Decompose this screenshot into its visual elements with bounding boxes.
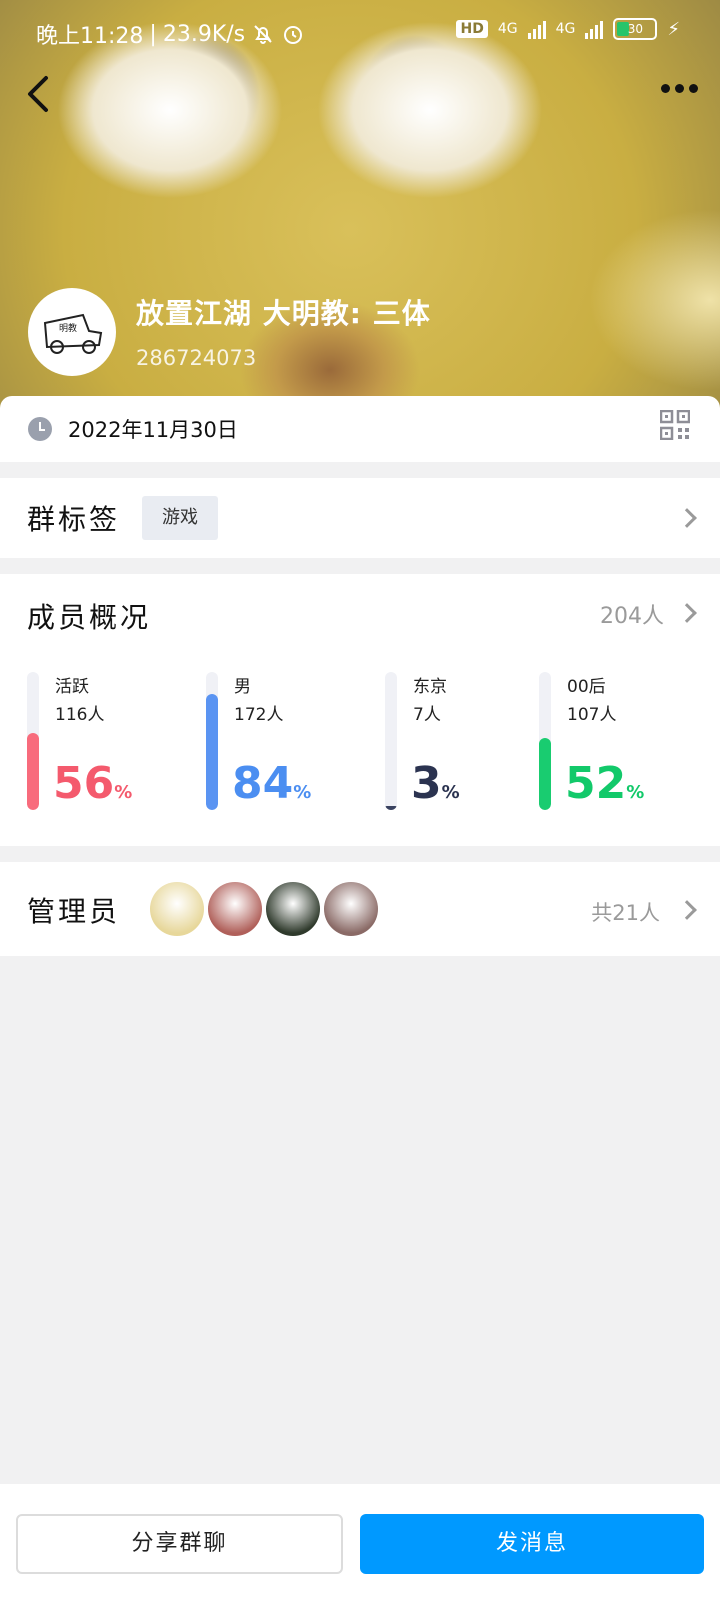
alarm-icon (284, 26, 303, 44)
created-date-row: 2022年11月30日 (0, 396, 720, 462)
admin-avatar[interactable] (266, 882, 320, 936)
bottom-action-bar: 分享群聊 发消息 (0, 1484, 720, 1600)
network-type-1: 4G (497, 21, 518, 37)
stat-bar-fill (539, 738, 551, 810)
chevron-left-icon (28, 76, 48, 112)
svg-text:明教: 明教 (59, 322, 77, 334)
group-id[interactable]: 286724073 (136, 346, 256, 370)
stat-label: 东京 (413, 677, 447, 697)
stat-bar-track (27, 672, 39, 810)
stat-percent: 3% (411, 758, 460, 809)
stat-percent: 52% (565, 758, 645, 809)
tags-title: 群标签 (27, 503, 121, 536)
qr-code-icon[interactable] (660, 410, 690, 440)
stat-bar-track (206, 672, 218, 810)
stat-bar-track (385, 672, 397, 810)
admin-avatar[interactable] (324, 882, 378, 936)
created-date: 2022年11月30日 (68, 418, 238, 442)
stat-count: 116人 (55, 705, 105, 725)
charging-icon: ⚡ (667, 18, 680, 40)
chevron-right-icon[interactable] (677, 603, 697, 623)
status-net-speed: 23.9K/s (162, 21, 246, 47)
back-button[interactable] (22, 72, 62, 120)
admins-title: 管理员 (27, 895, 121, 928)
status-left: 晚上11:28 | 23.9K/s (36, 18, 305, 50)
admin-avatar[interactable] (150, 882, 204, 936)
status-right: HD 4G 4G 30 ⚡ (456, 18, 680, 40)
stat-label: 00后 (567, 677, 606, 697)
chevron-right-icon (677, 900, 697, 920)
group-avatar[interactable]: 明教 (28, 288, 116, 376)
tag-chip: 游戏 (142, 496, 218, 540)
mute-bell-icon (254, 25, 272, 44)
status-time: 晚上11:28 (36, 24, 144, 49)
group-name: 放置江湖 大明教: 三体 (136, 297, 431, 330)
stat-count: 7人 (413, 705, 441, 725)
signal-icon (527, 19, 546, 39)
stat-percent: 84% (232, 758, 312, 809)
admin-avatar[interactable] (208, 882, 262, 936)
member-total[interactable]: 204人 (600, 598, 664, 630)
stat-label: 活跃 (55, 677, 89, 697)
status-divider: | (149, 21, 157, 47)
status-bar: 晚上11:28 | 23.9K/s HD 4G 4G 30 ⚡ (0, 0, 720, 64)
send-message-button[interactable]: 发消息 (360, 1514, 704, 1574)
stat-active: 活跃 116人 56% (27, 672, 197, 812)
stat-label: 男 (234, 677, 251, 697)
members-overview: 成员概况 204人 活跃 116人 56% 男 172人 84% 东京 7人 3… (0, 574, 720, 846)
stat-bar-fill (27, 732, 39, 810)
stat-age: 00后 107人 52% (539, 672, 709, 812)
battery-icon: 30 (613, 18, 658, 40)
stat-count: 172人 (234, 705, 284, 725)
admin-avatar-list (150, 882, 378, 936)
more-options-button[interactable] (661, 84, 698, 93)
hd-badge: HD (456, 20, 488, 38)
stat-count: 107人 (567, 705, 617, 725)
stat-percent: 56% (53, 758, 133, 809)
clock-icon (28, 417, 52, 441)
network-type-2: 4G (555, 21, 576, 37)
share-group-button[interactable]: 分享群聊 (16, 1514, 343, 1574)
admin-total: 共21人 (591, 901, 660, 925)
stat-bar-track (539, 672, 551, 810)
stat-bar-fill (385, 805, 397, 810)
stat-location: 东京 7人 3% (385, 672, 555, 812)
stat-bar-fill (206, 694, 218, 810)
stat-male: 男 172人 84% (206, 672, 376, 812)
truck-logo-icon: 明教 (43, 313, 103, 354)
members-title: 成员概况 (27, 601, 152, 634)
chevron-right-icon (677, 508, 697, 528)
group-tags-row[interactable]: 群标签 游戏 (0, 478, 720, 558)
admins-row[interactable]: 管理员 共21人 (0, 862, 720, 956)
signal-icon-2 (585, 19, 604, 39)
